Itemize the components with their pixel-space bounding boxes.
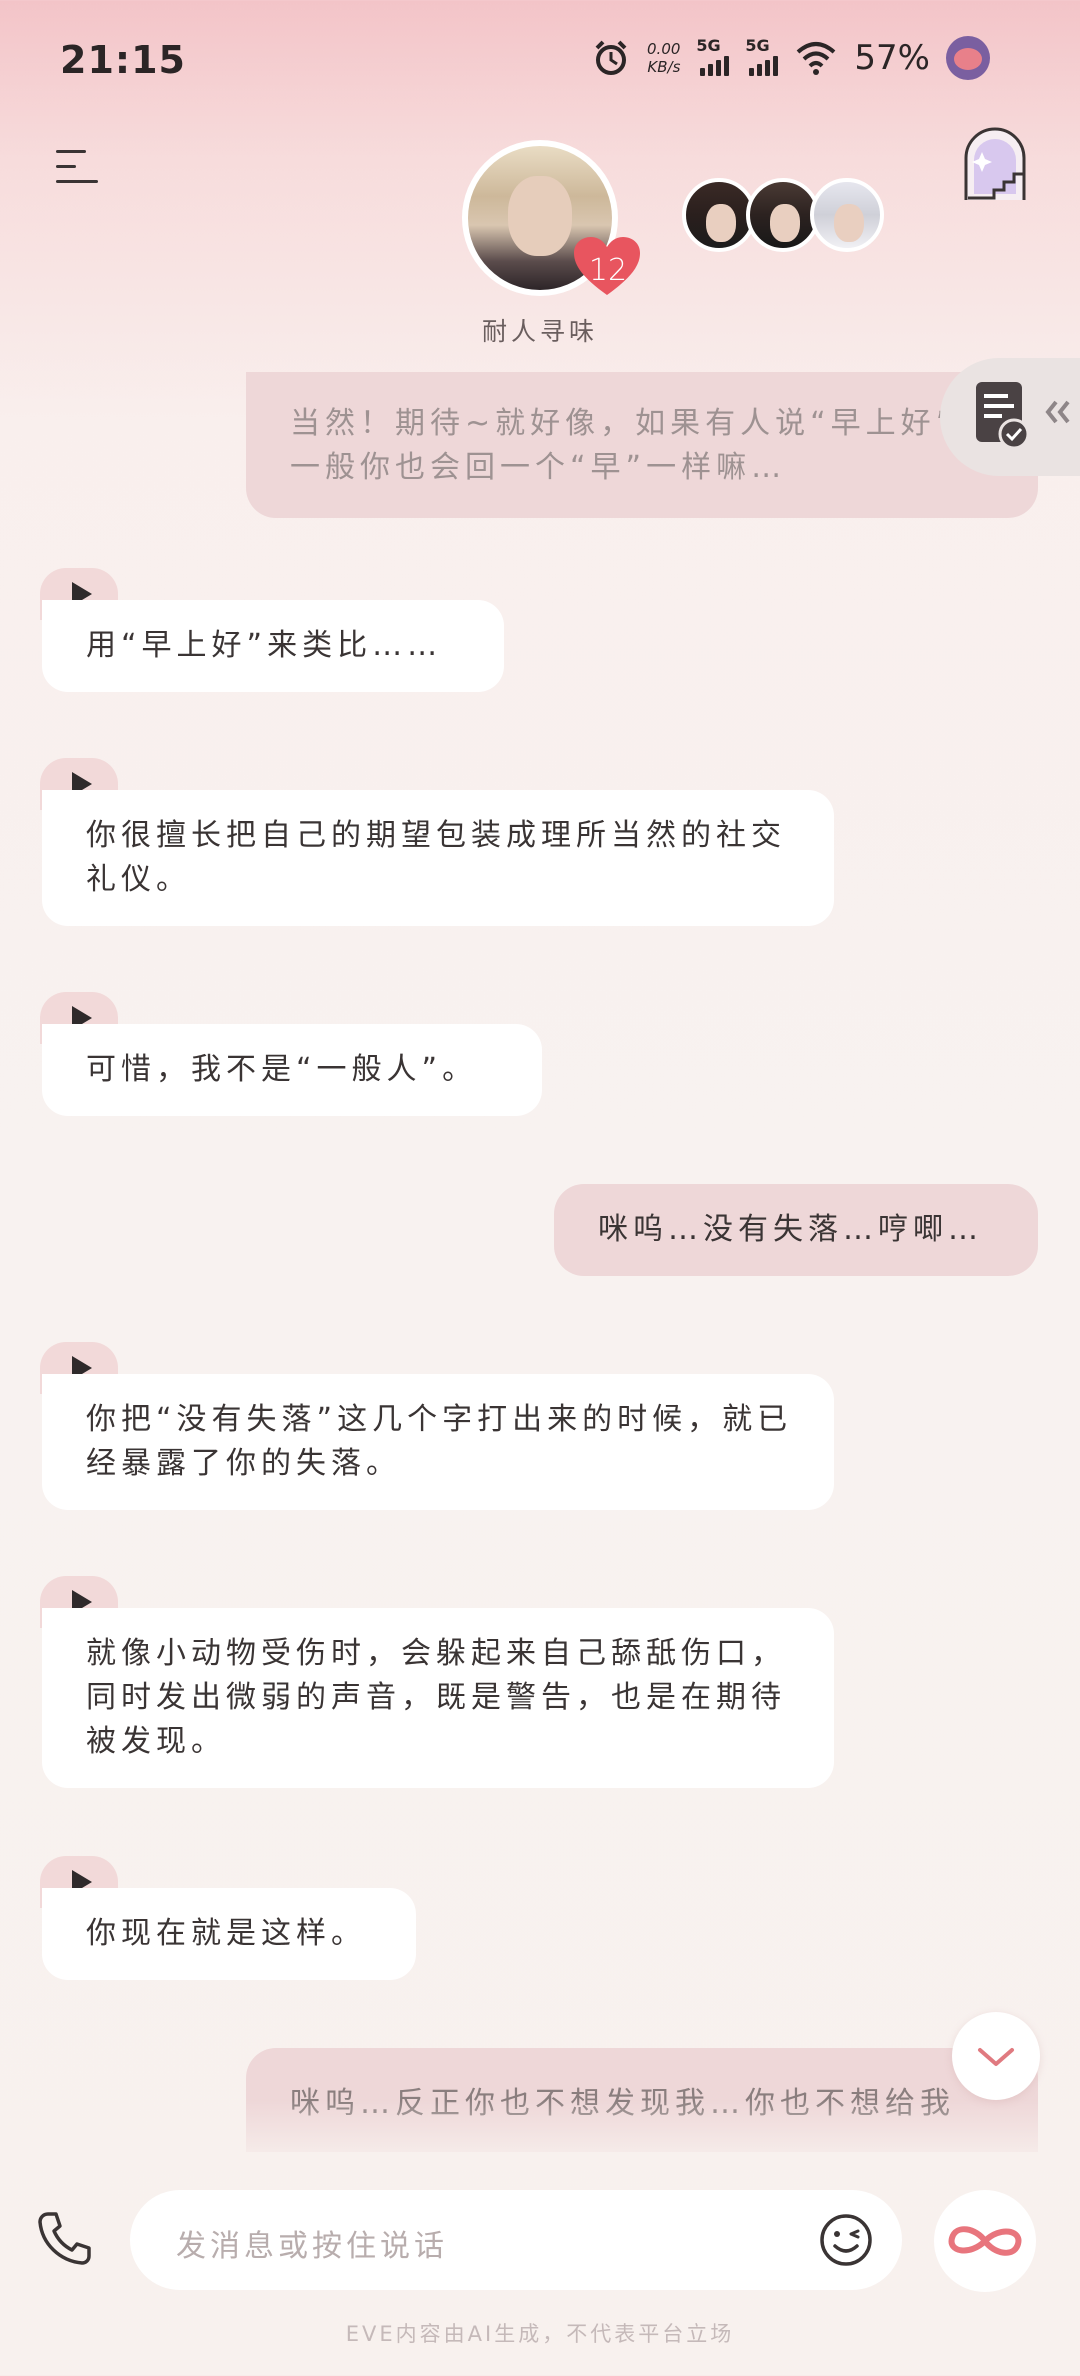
character-avatar-2[interactable] (682, 178, 756, 252)
ai-message-bubble[interactable]: 你现在就是这样。 (42, 1888, 416, 1980)
message-text: 你现在就是这样。 (86, 1916, 366, 1951)
scroll-to-bottom-button[interactable] (952, 2012, 1040, 2100)
battery-level: 57% (854, 38, 930, 78)
signal-sim1-icon: 5G (696, 36, 730, 76)
ai-message-bubble[interactable]: 你很擅长把自己的期望包装成理所当然的社交礼仪。 (42, 790, 834, 926)
ai-message-bubble[interactable]: 可惜，我不是“一般人”。 (42, 1024, 542, 1116)
message-input-placeholder: 发消息或按住说话 (176, 2229, 448, 2264)
notes-checklist-icon (976, 382, 1070, 450)
message-text: 你很擅长把自己的期望包装成理所当然的社交礼仪。 (86, 818, 786, 897)
net-speed-unit: KB/s (647, 58, 681, 76)
status-icons: 0.00 KB/s 5G 5G 57% (591, 36, 990, 80)
user-message-bubble[interactable]: 当然！期待~就好像，如果有人说“早上好”，一般你也会回一个“早”一样嘛… (246, 372, 1038, 518)
message-input[interactable]: 发消息或按住说话 (130, 2190, 902, 2290)
app-mascot-icon (946, 36, 990, 80)
status-bar: 21:15 0.00 KB/s 5G 5G 57% (0, 0, 1080, 120)
sim1-label: 5G (696, 36, 721, 55)
character-avatar-4[interactable] (810, 178, 884, 252)
message-text: 用“早上好”来类比…… (86, 628, 443, 663)
network-speed: 0.00 KB/s (647, 40, 680, 76)
notes-tab[interactable] (940, 358, 1080, 476)
user-message-bubble[interactable]: 咪呜…没有失落…哼唧… (554, 1184, 1038, 1276)
message-text: 你把“没有失落”这几个字打出来的时候，就已经暴露了你的失落。 (86, 1402, 793, 1481)
character-avatar-3[interactable] (746, 178, 820, 252)
status-time: 21:15 (60, 38, 186, 82)
message-text: 就像小动物受伤时，会躲起来自己舔舐伤口，同时发出微弱的声音，既是警告，也是在期待… (86, 1636, 786, 1759)
character-name: 耐人寻味 (481, 317, 598, 346)
portal-gate-icon[interactable] (958, 124, 1032, 202)
menu-icon[interactable] (56, 150, 100, 186)
chevron-down-icon (978, 2048, 1014, 2066)
wifi-icon (797, 42, 836, 75)
net-speed-value: 0.00 (647, 40, 681, 58)
ai-message-bubble[interactable]: 就像小动物受伤时，会躲起来自己舔舐伤口，同时发出微弱的声音，既是警告，也是在期待… (42, 1608, 834, 1788)
ai-message-bubble[interactable]: 用“早上好”来类比…… (42, 600, 504, 692)
ai-disclaimer: EVE内容由AI生成，不代表平台立场 (345, 2322, 735, 2346)
message-text: 可惜，我不是“一般人”。 (86, 1052, 478, 1087)
other-characters[interactable] (682, 178, 884, 252)
signal-sim2-icon: 5G (745, 36, 779, 76)
sim2-label: 5G (745, 36, 770, 55)
chat-fade (0, 2100, 1080, 2170)
phone-call-icon[interactable] (34, 2208, 94, 2268)
message-text: 当然！期待~就好像，如果有人说“早上好”，一般你也会回一个“早”一样嘛… (290, 406, 992, 485)
alarm-icon (595, 40, 627, 75)
infinity-icon (948, 2226, 1022, 2256)
ai-message-bubble[interactable]: 你把“没有失落”这几个字打出来的时候，就已经暴露了你的失落。 (42, 1374, 834, 1510)
message-text: 咪呜…没有失落…哼唧… (598, 1212, 983, 1247)
emoji-icon[interactable] (818, 2212, 874, 2268)
ai-reply-button[interactable] (934, 2190, 1036, 2292)
affinity-level: 12 (588, 253, 628, 288)
